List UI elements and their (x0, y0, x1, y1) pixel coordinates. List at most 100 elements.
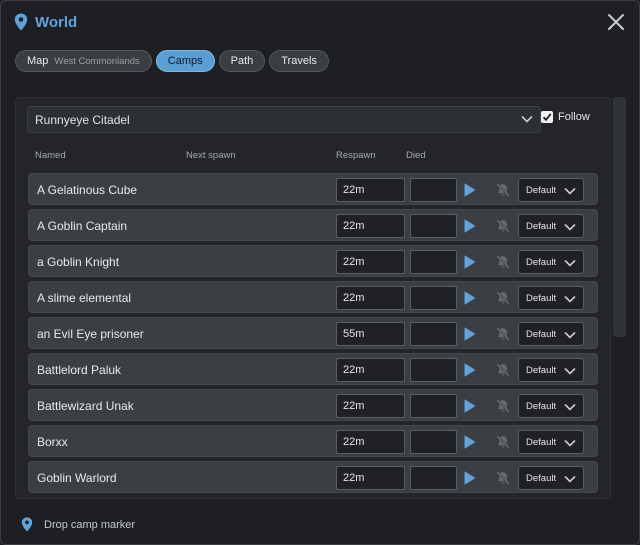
zone-dropdown[interactable]: Runnyeye Citadel (27, 106, 541, 133)
tab-path[interactable]: Path (218, 50, 266, 72)
camp-row[interactable]: a Goblin Knight 22m Default (28, 245, 598, 277)
camp-name: Battlelord Paluk (37, 363, 122, 377)
camp-row[interactable]: A Gelatinous Cube 22m Default (28, 173, 598, 205)
alert-dropdown-value: Default (526, 365, 557, 376)
scrollbar-thumb[interactable] (613, 97, 626, 337)
respawn-input[interactable]: 22m (336, 466, 405, 490)
alert-dropdown-value: Default (526, 293, 557, 304)
camp-row[interactable]: Borxx 22m Default (28, 425, 598, 457)
chevron-down-icon (564, 187, 576, 195)
bell-off-icon[interactable] (495, 434, 511, 450)
alert-dropdown-value: Default (526, 329, 557, 340)
died-input[interactable] (410, 430, 457, 454)
camp-row[interactable]: A slime elemental 22m Default (28, 281, 598, 313)
play-icon[interactable] (463, 254, 477, 270)
play-icon[interactable] (463, 326, 477, 342)
alert-dropdown[interactable]: Default (518, 178, 584, 202)
chevron-down-icon (564, 295, 576, 303)
follow-toggle[interactable]: Follow (541, 111, 590, 123)
tab-map-zone: West Commonlands (54, 55, 140, 67)
tab-bar: Map West Commonlands Camps Path Travels (15, 50, 329, 72)
drop-camp-marker-button[interactable]: Drop camp marker (44, 519, 135, 531)
tab-path-label: Path (230, 55, 254, 67)
alert-dropdown[interactable]: Default (518, 322, 584, 346)
window-title: World (35, 14, 78, 31)
respawn-input[interactable]: 22m (336, 358, 405, 382)
map-pin-icon (14, 13, 28, 31)
tab-travels[interactable]: Travels (269, 50, 329, 72)
died-input[interactable] (410, 358, 457, 382)
camp-row[interactable]: Battlelord Paluk 22m Default (28, 353, 598, 385)
chevron-down-icon (564, 475, 576, 483)
play-icon[interactable] (463, 398, 477, 414)
check-icon (542, 113, 552, 122)
camp-row[interactable]: A Goblin Captain 22m Default (28, 209, 598, 241)
col-respawn: Respawn (336, 150, 376, 161)
respawn-input[interactable]: 22m (336, 430, 405, 454)
chevron-down-icon (564, 403, 576, 411)
play-icon[interactable] (463, 470, 477, 486)
footer: Drop camp marker (1, 513, 640, 539)
alert-dropdown[interactable]: Default (518, 394, 584, 418)
respawn-input[interactable]: 22m (336, 394, 405, 418)
tab-camps[interactable]: Camps (155, 50, 215, 72)
play-icon[interactable] (463, 182, 477, 198)
died-input[interactable] (410, 322, 457, 346)
follow-label: Follow (558, 111, 590, 123)
camp-row[interactable]: Goblin Warlord 22m Default (28, 461, 598, 493)
close-icon[interactable] (605, 11, 627, 33)
camp-row[interactable]: Battlewizard Unak 22m Default (28, 389, 598, 421)
died-input[interactable] (410, 214, 457, 238)
bell-off-icon[interactable] (495, 254, 511, 270)
bell-off-icon[interactable] (495, 218, 511, 234)
title-bar: World (1, 1, 640, 45)
bell-off-icon[interactable] (495, 326, 511, 342)
play-icon[interactable] (463, 290, 477, 306)
respawn-input[interactable]: 55m (336, 322, 405, 346)
chevron-down-icon (521, 115, 533, 123)
alert-dropdown[interactable]: Default (518, 430, 584, 454)
died-input[interactable] (410, 250, 457, 274)
bell-off-icon[interactable] (495, 362, 511, 378)
died-input[interactable] (410, 466, 457, 490)
camp-list: A Gelatinous Cube 22m Default A Goblin Capt… (28, 173, 598, 497)
camp-name: Borxx (37, 435, 68, 449)
map-pin-icon (21, 517, 33, 532)
bell-off-icon[interactable] (495, 290, 511, 306)
camp-name: an Evil Eye prisoner (37, 327, 144, 341)
bell-off-icon[interactable] (495, 398, 511, 414)
bell-off-icon[interactable] (495, 182, 511, 198)
chevron-down-icon (564, 223, 576, 231)
died-input[interactable] (410, 178, 457, 202)
alert-dropdown[interactable]: Default (518, 466, 584, 490)
play-icon[interactable] (463, 434, 477, 450)
camp-row[interactable]: an Evil Eye prisoner 55m Default (28, 317, 598, 349)
scrollbar[interactable] (613, 97, 626, 337)
follow-checkbox[interactable] (541, 111, 553, 123)
respawn-input[interactable]: 22m (336, 286, 405, 310)
col-next-spawn: Next spawn (186, 150, 236, 161)
camp-name: A slime elemental (37, 291, 132, 305)
alert-dropdown-value: Default (526, 473, 557, 484)
alert-dropdown[interactable]: Default (518, 250, 584, 274)
camp-name: A Gelatinous Cube (37, 183, 138, 197)
camp-name: a Goblin Knight (37, 255, 120, 269)
camp-name: A Goblin Captain (37, 219, 128, 233)
respawn-input[interactable]: 22m (336, 250, 405, 274)
died-input[interactable] (410, 394, 457, 418)
chevron-down-icon (564, 367, 576, 375)
play-icon[interactable] (463, 362, 477, 378)
alert-dropdown[interactable]: Default (518, 286, 584, 310)
zone-dropdown-value: Runnyeye Citadel (35, 113, 130, 127)
alert-dropdown[interactable]: Default (518, 214, 584, 238)
alert-dropdown[interactable]: Default (518, 358, 584, 382)
chevron-down-icon (564, 331, 576, 339)
alert-dropdown-value: Default (526, 221, 557, 232)
respawn-input[interactable]: 22m (336, 214, 405, 238)
respawn-input[interactable]: 22m (336, 178, 405, 202)
died-input[interactable] (410, 286, 457, 310)
bell-off-icon[interactable] (495, 470, 511, 486)
play-icon[interactable] (463, 218, 477, 234)
camp-name: Battlewizard Unak (37, 399, 134, 413)
tab-map[interactable]: Map West Commonlands (15, 50, 152, 72)
